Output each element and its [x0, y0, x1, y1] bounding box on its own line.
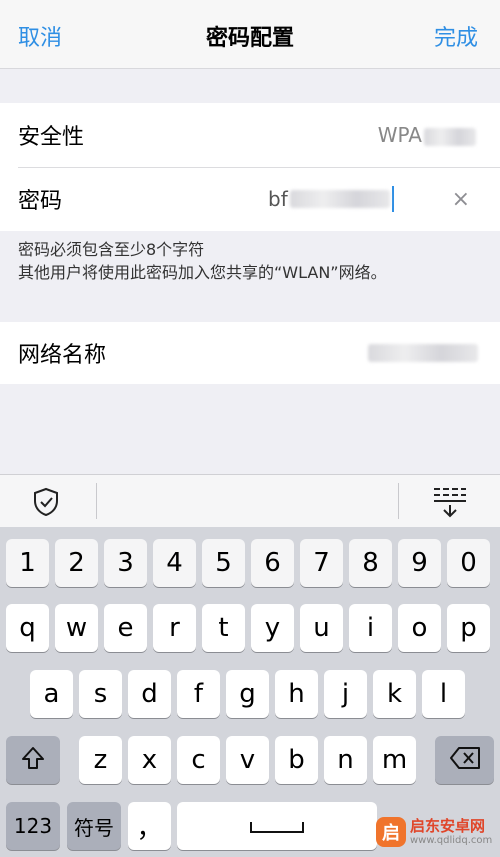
backspace-key[interactable] — [435, 736, 494, 784]
toolbar-separator — [398, 483, 399, 519]
key-o[interactable]: o — [398, 604, 441, 652]
key-h[interactable]: h — [275, 670, 318, 718]
page-title: 密码配置 — [205, 26, 294, 51]
key-x[interactable]: x — [128, 736, 171, 784]
password-settings-group: 安全性 WPA 密码 bf × — [0, 103, 500, 231]
key-k[interactable]: k — [373, 670, 416, 718]
space-bar-icon — [249, 811, 305, 841]
key-y[interactable]: y — [251, 604, 294, 652]
watermark-name: 启东安卓网 — [410, 817, 486, 836]
space-key[interactable] — [177, 802, 377, 850]
network-name-row[interactable]: 网络名称 — [0, 322, 500, 384]
key-f[interactable]: f — [177, 670, 220, 718]
key-7[interactable]: 7 — [300, 539, 343, 587]
site-watermark: 启 启东安卓网 www.qdlidq.com — [376, 809, 496, 855]
keyboard: 1 2 3 4 5 6 7 8 9 0 q w e r t y u i o p … — [0, 527, 500, 857]
security-value-text: WPA — [377, 123, 422, 147]
shift-key[interactable] — [6, 736, 60, 784]
key-9[interactable]: 9 — [398, 539, 441, 587]
network-name-group: 网络名称 — [0, 322, 500, 384]
password-text: bf — [268, 187, 288, 211]
key-z[interactable]: z — [79, 736, 122, 784]
redacted-password — [289, 190, 390, 208]
key-n[interactable]: n — [324, 736, 367, 784]
key-v[interactable]: v — [226, 736, 269, 784]
security-value: WPA — [378, 123, 476, 147]
key-5[interactable]: 5 — [202, 539, 245, 587]
key-2[interactable]: 2 — [55, 539, 98, 587]
key-1[interactable]: 1 — [6, 539, 49, 587]
key-m[interactable]: m — [373, 736, 416, 784]
key-r[interactable]: r — [153, 604, 196, 652]
navigation-bar: 取消 密码配置 完成 — [0, 0, 500, 69]
security-row[interactable]: 安全性 WPA — [0, 103, 500, 167]
keyboard-toolbar — [0, 474, 500, 527]
backspace-icon — [449, 746, 481, 775]
key-j[interactable]: j — [324, 670, 367, 718]
hint-line-1: 密码必须包含至少8个字符 — [18, 240, 205, 259]
key-d[interactable]: d — [128, 670, 171, 718]
redacted-security-value — [424, 127, 476, 146]
password-input[interactable]: bf — [268, 186, 394, 212]
key-8[interactable]: 8 — [349, 539, 392, 587]
key-b[interactable]: b — [275, 736, 318, 784]
password-label: 密码 — [18, 189, 63, 214]
key-w[interactable]: w — [55, 604, 98, 652]
watermark-logo: 启 — [376, 817, 406, 847]
shift-arrow-icon — [20, 745, 46, 776]
key-i[interactable]: i — [349, 604, 392, 652]
security-label: 安全性 — [18, 125, 85, 150]
clear-text-button[interactable]: × — [452, 187, 470, 212]
key-3[interactable]: 3 — [104, 539, 147, 587]
key-e[interactable]: e — [104, 604, 147, 652]
numbers-key[interactable]: 123 — [6, 802, 60, 850]
toolbar-separator — [96, 483, 97, 519]
key-0[interactable]: 0 — [447, 539, 490, 587]
redacted-network-name — [368, 344, 478, 362]
comma-key[interactable]: ， — [128, 802, 171, 850]
watermark-url: www.qdlidq.com — [410, 834, 493, 846]
key-l[interactable]: l — [422, 670, 465, 718]
symbols-key[interactable]: 符号 — [67, 802, 121, 850]
key-6[interactable]: 6 — [251, 539, 294, 587]
key-a[interactable]: a — [30, 670, 73, 718]
text-cursor — [391, 186, 394, 212]
shield-check-icon[interactable] — [32, 487, 60, 517]
key-g[interactable]: g — [226, 670, 269, 718]
key-p[interactable]: p — [447, 604, 490, 652]
key-s[interactable]: s — [79, 670, 122, 718]
key-q[interactable]: q — [6, 604, 49, 652]
password-row[interactable]: 密码 bf × — [0, 167, 500, 231]
key-u[interactable]: u — [300, 604, 343, 652]
key-4[interactable]: 4 — [153, 539, 196, 587]
password-hint: 密码必须包含至少8个字符 其他用户将使用此密码加入您共享的“WLAN”网络。 — [18, 238, 488, 284]
hint-line-2: 其他用户将使用此密码加入您共享的“WLAN”网络。 — [18, 263, 387, 282]
done-button[interactable]: 完成 — [434, 20, 478, 52]
key-c[interactable]: c — [177, 736, 220, 784]
keyboard-dismiss-icon[interactable] — [432, 485, 468, 519]
network-name-label: 网络名称 — [18, 343, 107, 368]
key-t[interactable]: t — [202, 604, 245, 652]
